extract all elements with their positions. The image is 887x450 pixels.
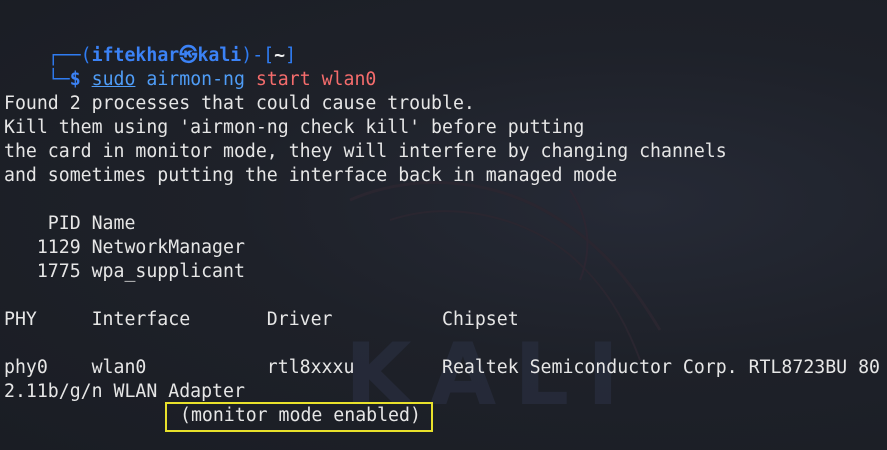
- interface-row-wrap: 2.11b/g/n WLAN Adapter: [4, 381, 245, 402]
- command-args: start wlan0: [255, 69, 377, 90]
- command-sudo: sudo: [91, 69, 136, 90]
- terminal-window[interactable]: KALI ┌──(iftekhar㉿kali)-[~] └─$ sudo air…: [0, 0, 887, 450]
- monitor-mode-highlight-box: [165, 402, 433, 432]
- process-row: 1129 NetworkManager: [4, 237, 245, 258]
- prompt-dollar: $: [69, 69, 81, 90]
- interface-table-header: PHY Interface Driver Chipset: [4, 309, 519, 330]
- output-line: the card in monitor mode, they will inte…: [4, 141, 727, 162]
- output-line: Kill them using 'airmon-ng check kill' b…: [4, 117, 585, 138]
- command-line[interactable]: └─$ sudo airmon-ng start wlan0: [4, 44, 377, 90]
- command-program: airmon-ng: [146, 69, 245, 90]
- output-line: Found 2 processes that could cause troub…: [4, 93, 475, 114]
- interface-row: phy0 wlan0 rtl8xxxu Realtek Semiconducto…: [4, 357, 880, 378]
- process-table-header: PID Name: [4, 213, 136, 234]
- prompt-line: ┌──(iftekhar㉿kali)-[~]: [4, 20, 296, 66]
- process-row: 1775 wpa_supplicant: [4, 261, 245, 282]
- prompt-corner-bottom: └─: [47, 69, 70, 90]
- output-line: and sometimes putting the interface back…: [4, 165, 618, 186]
